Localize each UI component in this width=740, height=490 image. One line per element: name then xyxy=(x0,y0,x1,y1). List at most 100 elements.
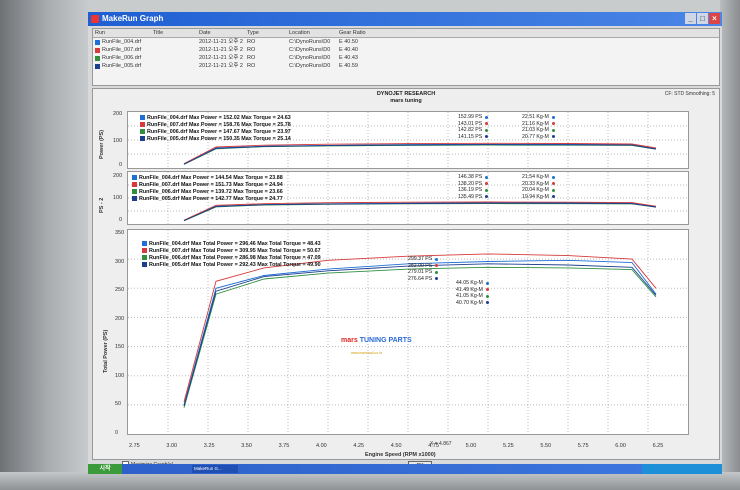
legend-swatch xyxy=(132,189,137,194)
total-xtick: 3.50 xyxy=(241,443,252,449)
readout-marker xyxy=(435,257,439,261)
run-color-swatch xyxy=(95,55,100,61)
total-xtick: 3.25 xyxy=(203,443,215,449)
total-xtick: 6.25 xyxy=(652,443,664,449)
power-ylabel: Power (PS) xyxy=(99,129,105,159)
readout-text: 20.77 Kg-M xyxy=(522,133,549,140)
ps2-legend: RunFile_004.drf Max Power = 144.54 Max T… xyxy=(132,174,283,202)
col-title[interactable]: Title xyxy=(153,29,199,37)
readout-text: 135.49 PS xyxy=(458,193,483,200)
legend-text: RunFile_004.drf Max Total Power = 296.46… xyxy=(149,240,321,247)
legend-swatch xyxy=(140,129,145,134)
legend-entry: RunFile_006.drf Max Total Power = 286.98… xyxy=(142,254,321,261)
series-line-3 xyxy=(183,144,657,165)
readout-marker xyxy=(485,135,489,139)
power-legend: RunFile_004.drf Max Power = 152.02 Max T… xyxy=(140,114,291,142)
taskbar-task[interactable]: MakeRun G... xyxy=(192,465,238,473)
total-xtick: 5.75 xyxy=(577,443,589,449)
plots-area: DYNOJET RESEARCH mars tuning CF: STD Smo… xyxy=(92,88,720,460)
app-icon xyxy=(91,15,99,23)
series-line-4 xyxy=(183,263,657,407)
run-type: RO xyxy=(247,47,256,53)
close-button[interactable]: × xyxy=(709,13,720,24)
file-row[interactable]: RunFile_005.drf 2012-11-21 오후 2 RO C:\Dy… xyxy=(93,62,719,70)
total-xtick: 5.50 xyxy=(540,443,552,449)
col-location[interactable]: Location xyxy=(289,29,339,37)
total-ytick: 0 xyxy=(115,429,119,436)
total-ytick: 300 xyxy=(115,258,125,265)
legend-swatch xyxy=(142,241,147,246)
run-type: RO xyxy=(247,63,256,69)
run-name: RunFile_007.drf xyxy=(102,47,142,53)
power-readout: 141.15 PS xyxy=(458,134,489,141)
legend-text: RunFile_007.drf Max Total Power = 309.95… xyxy=(149,247,321,254)
total-ytick: 350 xyxy=(115,230,125,236)
run-color-swatch xyxy=(95,39,100,45)
col-gear-ratio[interactable]: Gear Ratio xyxy=(339,29,379,37)
readout-marker xyxy=(435,270,439,274)
file-row[interactable]: RunFile_004.drf 2012-11-21 오후 2 RO C:\Dy… xyxy=(93,38,719,46)
legend-entry: RunFile_005.drf Max Power = 142.77 Max T… xyxy=(132,195,283,202)
power-ytick: 100 xyxy=(113,138,123,144)
run-gear: E 40.43 xyxy=(339,55,358,61)
window-titlebar[interactable]: MakeRun Graph _ □ × xyxy=(88,12,722,26)
run-gear: E 40.40 xyxy=(339,47,358,53)
file-row[interactable]: RunFile_006.drf 2012-11-21 오후 2 RO C:\Dy… xyxy=(93,54,719,62)
legend-entry: RunFile_004.drf Max Total Power = 296.46… xyxy=(142,240,321,247)
total-power-panel: RunFile_004.drf Max Total Power = 296.46… xyxy=(127,229,689,435)
legend-text: RunFile_006.drf Max Power = 139.72 Max T… xyxy=(139,188,283,195)
col-run[interactable]: Run xyxy=(93,29,153,37)
readout-marker xyxy=(485,115,489,119)
readout-marker xyxy=(551,195,555,199)
col-type[interactable]: Type xyxy=(247,29,289,37)
run-type: RO xyxy=(247,55,256,61)
total-xtick: 5.00 xyxy=(465,443,477,449)
run-date: 2012-11-21 오후 2 xyxy=(199,55,243,61)
total-xtick: 4.50 xyxy=(390,443,402,449)
torque-readout: 20.77 Kg-M xyxy=(522,134,555,141)
total-xtick: 4.25 xyxy=(353,443,365,449)
legend-swatch xyxy=(140,136,145,141)
cursor-marker: X = 4.867 xyxy=(430,441,452,447)
total-legend: RunFile_004.drf Max Total Power = 296.46… xyxy=(142,240,321,268)
file-row[interactable]: RunFile_007.drf 2012-11-21 오후 2 RO C:\Dy… xyxy=(93,46,719,54)
total-xtick: 2.75 xyxy=(129,443,140,449)
run-date: 2012-11-21 오후 2 xyxy=(199,47,243,53)
readout-marker xyxy=(435,264,439,268)
legend-swatch xyxy=(140,122,145,127)
total-ylabel: Total Power (PS) xyxy=(103,329,109,373)
run-file-list[interactable]: Run Title Date Type Location Gear Ratio … xyxy=(92,28,720,86)
readout-marker xyxy=(485,182,489,186)
legend-swatch xyxy=(132,182,137,187)
readout-marker xyxy=(551,182,555,186)
total-power-values: 299.37 PS 282.00 PS 279.01 PS 276.64 PS xyxy=(408,256,439,282)
monitor-bezel-bottom xyxy=(0,472,740,490)
total-torque-values: 44.05 Kg-M 41.49 Kg-M 41.05 Kg-M 40.70 Kg-M xyxy=(456,280,489,306)
ps2-torque-values: 21.54 Kg-M 20.33 Kg-M 20.04 Kg-M 19.94 Kg-M xyxy=(522,174,555,200)
legend-swatch xyxy=(142,255,147,260)
readout-marker xyxy=(485,294,489,298)
readout-marker xyxy=(485,128,489,132)
col-date[interactable]: Date xyxy=(199,29,247,37)
readout-marker xyxy=(485,188,489,192)
readout-marker xyxy=(485,175,489,179)
system-tray xyxy=(642,464,722,474)
legend-entry: RunFile_005.drf Max Power = 150.35 Max T… xyxy=(140,135,291,142)
total-xtick: 3.75 xyxy=(278,443,290,449)
monitor-bezel-left xyxy=(0,0,88,490)
run-location: C:\DynoRuns\D0 xyxy=(289,39,331,45)
power-readout: 135.49 PS xyxy=(458,193,489,201)
start-button[interactable]: 시작 xyxy=(88,464,122,474)
power-ytick: 0 xyxy=(119,162,123,168)
total-ytick: 150 xyxy=(115,344,125,350)
run-color-swatch xyxy=(95,47,100,53)
total-ytick: 200 xyxy=(115,315,125,322)
monitor-bezel-top xyxy=(0,0,740,12)
readout-marker xyxy=(551,128,555,132)
maximize-button[interactable]: □ xyxy=(697,13,708,24)
torque-readout: 19.94 Kg-M xyxy=(522,194,555,201)
readout-text: 19.94 Kg-M xyxy=(522,193,549,200)
readout-marker xyxy=(485,122,489,126)
readout-marker xyxy=(485,288,489,292)
minimize-button[interactable]: _ xyxy=(685,13,696,24)
